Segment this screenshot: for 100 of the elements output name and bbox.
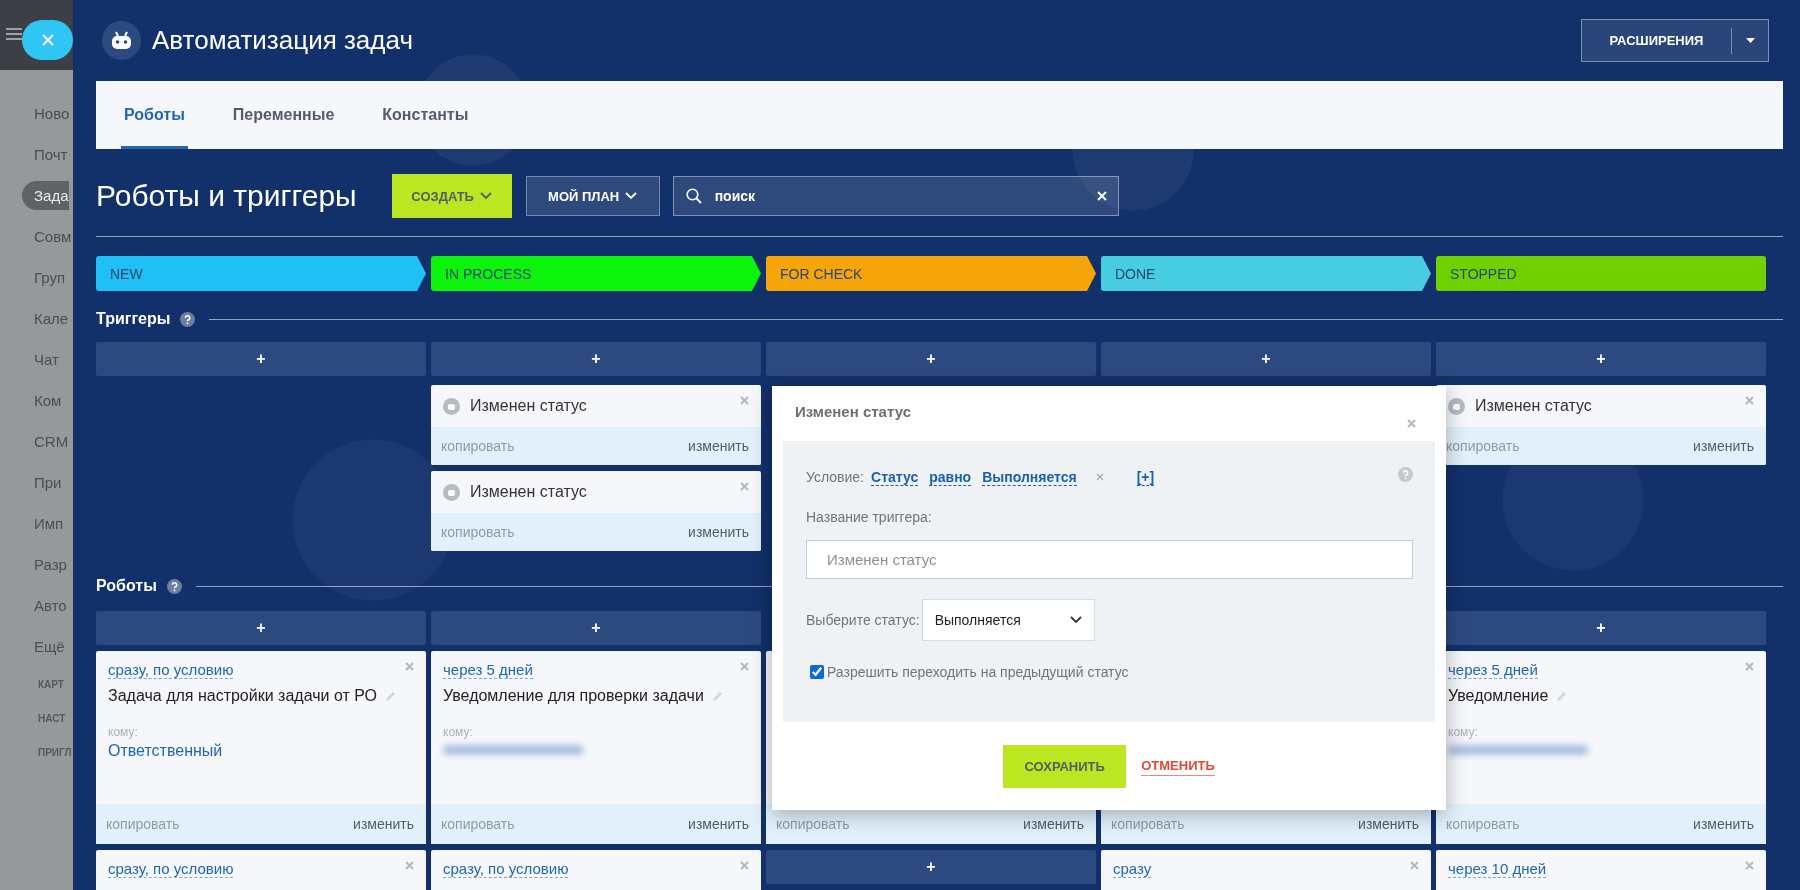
menu-icon[interactable] (6, 28, 22, 40)
stage-header: STOPPED (1436, 256, 1766, 291)
add-trigger-button[interactable]: + (431, 342, 761, 376)
sidebar-item[interactable]: Разр (22, 550, 67, 579)
delete-icon[interactable] (405, 861, 414, 870)
page-title: Роботы и триггеры (96, 179, 357, 213)
create-button[interactable]: СОЗДАТЬ (391, 174, 512, 218)
pencil-icon[interactable] (1556, 690, 1568, 702)
sidebar-item[interactable]: Кале (22, 304, 69, 333)
status-select[interactable]: Выполняется (921, 599, 1095, 641)
robot-icon (443, 483, 460, 501)
timing-link[interactable]: через 5 дней (443, 661, 533, 679)
add-trigger-button[interactable]: + (766, 342, 1096, 376)
stage-header: DONE (1101, 256, 1431, 291)
extensions-button[interactable]: РАСШИРЕНИЯ (1581, 19, 1769, 62)
condition-operator-link[interactable]: равно (929, 468, 972, 486)
close-icon[interactable] (1407, 419, 1416, 428)
trigger-title: Изменен статус (1475, 397, 1592, 415)
add-robot-button[interactable]: + (431, 611, 761, 645)
checkbox-label: Разрешить переходить на предыдущий статус (827, 664, 1129, 680)
window-title: Автоматизация задач (152, 25, 413, 56)
remove-icon[interactable] (1095, 473, 1104, 481)
sidebar-item[interactable]: Груп (22, 263, 66, 292)
recipient-label: кому: (443, 725, 474, 739)
chevron-icon (479, 192, 492, 200)
tab[interactable]: Роботы (121, 81, 188, 149)
sidebar-item[interactable]: Ком (22, 386, 62, 415)
trigger-title: Изменен статус (470, 483, 587, 501)
edit-link[interactable]: изменить (1358, 816, 1419, 832)
condition-value-link[interactable]: Выполняется (982, 468, 1077, 486)
delete-icon[interactable] (1745, 662, 1754, 671)
condition-field-link[interactable]: Статус (871, 468, 919, 486)
sidebar-item[interactable]: CRM (22, 427, 69, 456)
caret-icon[interactable] (1745, 38, 1755, 43)
sidebar-item[interactable]: Авто (22, 591, 67, 620)
timing-link[interactable]: сразу, по условию (108, 661, 234, 679)
robot-icon (1448, 397, 1465, 415)
stage-header: NEW (96, 256, 426, 291)
sidebar-item[interactable]: Ещё (22, 632, 65, 661)
section-title: Роботы (96, 577, 157, 595)
delete-icon[interactable] (1410, 861, 1419, 870)
allow-back-checkbox[interactable] (810, 665, 824, 679)
add-trigger-button[interactable]: + (1101, 342, 1431, 376)
delete-icon[interactable] (1745, 396, 1754, 405)
add-trigger-button[interactable]: + (1436, 342, 1766, 376)
robot-title: Уведомление для проверки задачи (443, 687, 704, 705)
save-button[interactable]: СОХРАНИТЬ (1003, 745, 1127, 788)
condition-label: Условие: (806, 469, 864, 485)
edit-link[interactable]: изменить (688, 524, 749, 540)
tab[interactable]: Константы (379, 81, 472, 149)
clear-icon[interactable] (1096, 191, 1107, 201)
robot-title: Задача для настройки задачи от РО (108, 687, 377, 705)
help-icon[interactable] (166, 578, 182, 594)
delete-icon[interactable] (1745, 861, 1754, 870)
sidebar-item[interactable]: Совм (22, 222, 72, 251)
delete-icon[interactable] (740, 662, 749, 671)
edit-link[interactable]: изменить (1023, 816, 1084, 832)
trigger-name-field[interactable]: Изменен статус (806, 540, 1413, 579)
delete-icon[interactable] (740, 861, 749, 870)
add-robot-button[interactable]: + (96, 611, 426, 645)
close-button[interactable] (22, 20, 73, 60)
edit-link[interactable]: изменить (1693, 816, 1754, 832)
add-trigger-button[interactable]: + (96, 342, 426, 376)
pencil-icon[interactable] (711, 690, 723, 702)
sidebar-item[interactable]: Зада (22, 181, 69, 210)
add-condition-link[interactable]: [+] (1136, 468, 1155, 486)
cancel-link[interactable]: ОТМЕНИТЬ (1141, 757, 1215, 776)
timing-link[interactable]: через 5 дней (1448, 661, 1538, 679)
sidebar-item[interactable]: Почт (22, 140, 68, 169)
tab[interactable]: Переменные (229, 81, 338, 149)
field-label: Название триггера: (806, 509, 933, 525)
chevron-icon (625, 192, 638, 200)
search-icon (685, 188, 702, 204)
timing-link[interactable]: сразу, по условию (443, 860, 569, 878)
plan-button[interactable]: МОЙ ПЛАН (525, 176, 660, 216)
timing-link[interactable]: сразу, по условию (108, 860, 234, 878)
delete-icon[interactable] (740, 482, 749, 491)
edit-link[interactable]: изменить (1693, 438, 1754, 454)
sidebar-item[interactable]: Чат (22, 345, 59, 374)
robot-icon (102, 21, 141, 60)
sidebar-item[interactable]: При (22, 468, 62, 497)
sidebar-item[interactable]: Ново (22, 99, 70, 128)
section-title: Триггеры (96, 310, 171, 328)
robot-title: Уведомление (1448, 687, 1549, 705)
trigger-title: Изменен статус (470, 397, 587, 415)
field-label: Выберите статус: (806, 612, 920, 628)
recipient-link[interactable]: Ответственный (108, 742, 412, 760)
help-icon[interactable] (180, 311, 196, 327)
edit-link[interactable]: изменить (688, 438, 749, 454)
stage-header: FOR CHECK (766, 256, 1096, 291)
timing-link[interactable]: сразу (1113, 860, 1152, 878)
delete-icon[interactable] (740, 396, 749, 405)
edit-link[interactable]: изменить (353, 816, 414, 832)
pencil-icon[interactable] (385, 690, 396, 702)
edit-link[interactable]: изменить (688, 816, 749, 832)
delete-icon[interactable] (405, 662, 414, 671)
timing-link[interactable]: через 10 дней (1448, 860, 1547, 878)
sidebar-item[interactable]: Имп (22, 509, 64, 538)
add-robot-button[interactable]: + (766, 850, 1096, 884)
stage-header: IN PROCESS (431, 256, 761, 291)
